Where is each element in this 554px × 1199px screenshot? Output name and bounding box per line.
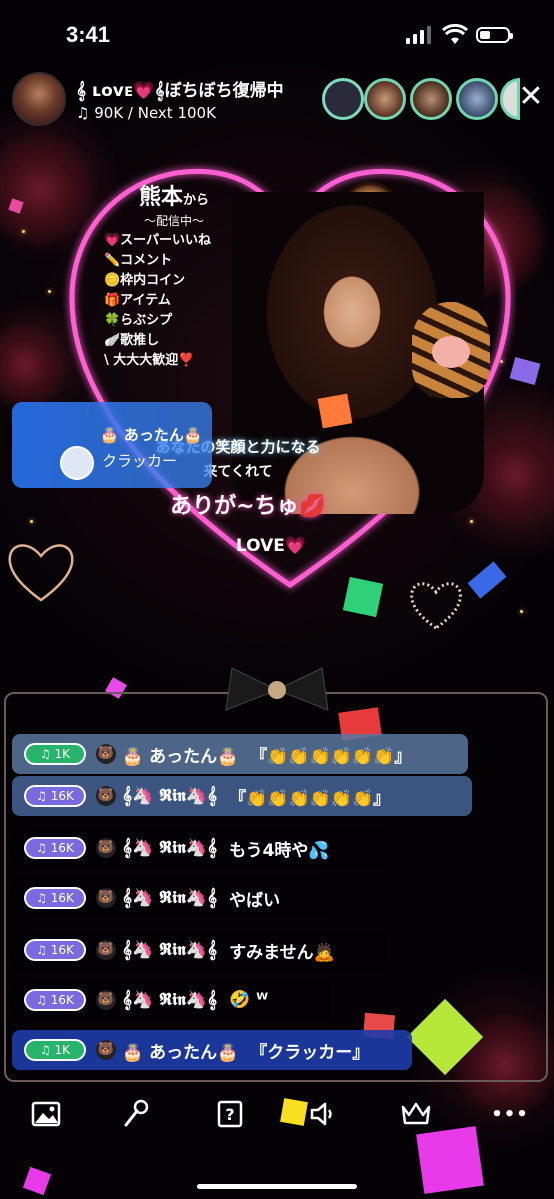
chat-username[interactable]: 𝄞🦄 𝕽𝖎𝖓🦄𝄞 [122,940,217,960]
viewer-avatar[interactable] [456,78,498,120]
poster-broadcasting: ～配信中～ [143,214,204,228]
user-rank-icon: 🐻 [96,940,116,960]
home-indicator[interactable] [197,1184,357,1189]
crown-icon[interactable] [396,1094,436,1134]
gift-sender: 🎂 あったん🎂 [100,426,203,444]
svg-text:?: ? [225,1105,234,1124]
chat-message[interactable]: ♫ 1K 🐻 🎂 あったん🎂 『クラッカー』 [12,1030,412,1070]
question-icon[interactable]: ? [210,1094,250,1134]
user-rank-icon: 🐻 [96,888,116,908]
gift-notification: 🎂 あったん🎂 クラッカー [12,402,212,488]
stream-title[interactable]: 𝄞 ʟᴏᴠᴇ💗𝄞ぼちぼち復帰中 [76,76,284,101]
user-level-badge: ♫ 16K [24,939,86,961]
speaker-icon[interactable] [304,1094,344,1134]
music-note-icon: ♫ [76,104,90,122]
chat-username[interactable]: 𝄞🦄 𝕽𝖎𝖓🦄𝄞 [122,990,217,1010]
heart-outline-decoration [8,544,74,602]
chat-message[interactable]: ♫ 16K 🐻 𝄞🦄 𝕽𝖎𝖓🦄𝄞 『👏👏👏👏👏👏』 [12,776,472,816]
poster-menu-item: \ 大大大歓迎❣️ [104,353,195,368]
gift-sender-avatar [60,446,94,480]
battery-icon [476,27,513,43]
viewer-avatar[interactable] [410,78,452,120]
more-icon[interactable]: ••• [490,1094,530,1134]
poster-info: 熊本から ～配信中～ 💗スーパーいいね ✏️コメント 🪙枠内コイン 🎁アイテム … [104,185,244,371]
user-rank-icon: 🐻 [96,786,116,806]
bottom-toolbar: ? ••• [0,1094,554,1144]
sparkle [22,230,25,233]
pearl-heart-decoration [410,582,462,630]
poster-location: 熊本から [138,185,210,210]
poster-menu-item: 🍀らぶシプ [104,313,173,328]
poster-menu-item: 🎁アイテム [104,293,171,308]
chat-username[interactable]: 🎂 あったん🎂 [122,1038,238,1063]
chat-text: やばい [229,890,281,911]
user-level-badge: ♫ 16K [24,989,86,1011]
chat-username[interactable]: 🎂 あったん🎂 [122,742,238,767]
confetti [342,576,384,618]
chat-message[interactable]: ♫ 16K 🐻 𝄞🦄 𝕽𝖎𝖓🦄𝄞 もう4時や💦 [12,828,384,868]
sparkle [48,290,51,293]
image-icon[interactable] [26,1094,66,1134]
chat-username[interactable]: 𝄞🦄 𝕽𝖎𝖓🦄𝄞 [122,786,217,806]
poster-menu-item: 🪽歌推し [104,333,160,348]
chat-username[interactable]: 𝄞🦄 𝕽𝖎𝖓🦄𝄞 [122,888,217,908]
poster-thanks: ありが~ちゅ💋 [170,494,326,519]
chat-text: 『クラッカー』 [250,1042,370,1063]
sparkle [520,610,523,613]
chat-message[interactable]: ♫ 1K 🐻 🎂 あったん🎂 『👏👏👏👏👏👏』 [12,734,468,774]
user-level-badge: ♫ 16K [24,785,86,807]
chat-message[interactable]: ♫ 16K 🐻 𝄞🦄 𝕽𝖎𝖓🦄𝄞 すみません🙇 [12,930,386,970]
user-level-badge: ♫ 16K [24,887,86,909]
chat-text: 『👏👏👏👏👏👏』 [250,746,412,767]
chat-text: 『👏👏👏👏👏👏』 [229,788,391,809]
chat-message[interactable]: ♫ 16K 🐻 𝄞🦄 𝕽𝖎𝖓🦄𝄞 🤣 ᵂ [12,980,330,1020]
wifi-icon [442,24,468,44]
user-level-badge: ♫ 1K [24,1039,86,1061]
confetti [317,393,353,429]
chat-text: すみません🙇 [229,942,335,963]
signal-icon [406,26,432,44]
chat-text: もう4時や💦 [229,840,330,861]
status-bar: 3:41 [0,0,554,70]
streamer-avatar[interactable] [12,72,66,126]
user-rank-icon: 🐻 [96,1040,116,1060]
gift-name: クラッカー [102,452,178,470]
user-level-badge: ♫ 16K [24,837,86,859]
close-button[interactable]: ✕ [514,80,548,114]
tiger-paw [412,302,490,398]
poster-menu-item: 🪙枠内コイン [104,273,186,288]
user-rank-icon: 🐻 [96,744,116,764]
poster-menu-item: ✏️コメント [104,253,173,268]
viewer-avatar[interactable] [364,78,406,120]
chat-username[interactable]: 𝄞🦄 𝕽𝖎𝖓🦄𝄞 [122,838,217,858]
user-rank-icon: 🐻 [96,990,116,1010]
bow-decoration [225,667,329,711]
user-level-badge: ♫ 1K [24,743,86,765]
poster-menu-item: 💗スーパーいいね [104,233,212,248]
user-rank-icon: 🐻 [96,838,116,858]
chat-text: 🤣 ᵂ [229,990,269,1010]
microphone-icon[interactable] [116,1094,156,1134]
points-text: 90K / Next 100K [94,104,216,122]
points-progress: ♫ 90K / Next 100K [76,104,216,122]
viewer-avatar[interactable] [322,78,364,120]
chat-message[interactable]: ♫ 16K 🐻 𝄞🦄 𝕽𝖎𝖓🦄𝄞 やばい [12,878,328,918]
poster-love: LOVE💗 [235,536,307,556]
sparkle [30,520,33,523]
status-time: 3:41 [66,22,111,47]
